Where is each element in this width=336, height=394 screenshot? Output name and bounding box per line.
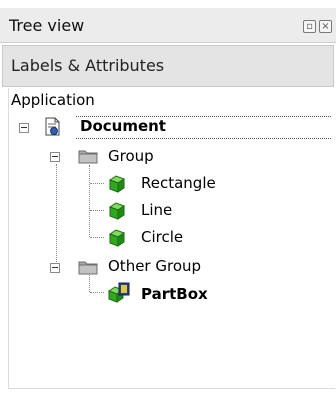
- panel-title: Tree view: [9, 16, 85, 35]
- tree-view-panel: Tree view ▫ × Labels & Attributes Applic…: [0, 0, 336, 394]
- tree-item-line[interactable]: Line: [141, 201, 172, 219]
- tree-connector: [89, 272, 90, 292]
- selection-border: [76, 116, 331, 117]
- tree-connector: [90, 183, 104, 184]
- tree-item-partbox[interactable]: PartBox: [141, 285, 208, 303]
- labels-attributes-header[interactable]: Labels & Attributes: [2, 45, 334, 87]
- shape-cube-icon: [108, 175, 126, 193]
- tree-item-other-group[interactable]: Other Group: [108, 257, 201, 275]
- panel-titlebar: Tree view ▫ ×: [0, 8, 336, 43]
- shape-cube-icon: [108, 202, 126, 220]
- close-icon[interactable]: ×: [319, 20, 332, 33]
- folder-icon: [78, 261, 98, 275]
- tree-connector: [90, 292, 104, 293]
- labels-attributes-label: Labels & Attributes: [11, 56, 165, 75]
- tree-item-circle[interactable]: Circle: [141, 228, 183, 246]
- shape-cube-icon: [108, 229, 126, 247]
- document-icon: [45, 117, 60, 136]
- tree-item-document[interactable]: Document: [80, 117, 166, 135]
- tree-connector: [90, 210, 104, 211]
- tree-connector: [90, 237, 104, 238]
- collapse-toggle-other-group[interactable]: [50, 263, 60, 273]
- tree-item-rectangle[interactable]: Rectangle: [141, 174, 216, 192]
- collapse-toggle-document[interactable]: [19, 123, 29, 133]
- tree-item-group[interactable]: Group: [108, 147, 154, 165]
- float-window-icon[interactable]: ▫: [303, 20, 316, 33]
- selection-border: [76, 138, 331, 139]
- folder-icon: [78, 150, 98, 164]
- tree-connector: [89, 165, 90, 237]
- tree-item-application[interactable]: Application: [11, 91, 95, 109]
- tree-connector: [56, 164, 57, 268]
- partbox-icon: [107, 282, 130, 303]
- collapse-toggle-group[interactable]: [50, 152, 60, 162]
